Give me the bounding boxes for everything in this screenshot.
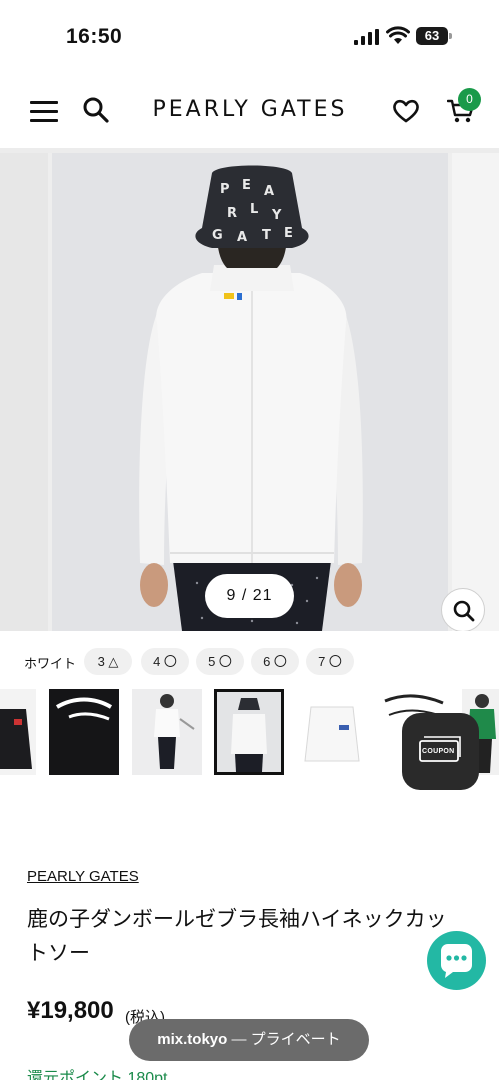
heart-icon[interactable] (392, 98, 420, 124)
size-chip[interactable]: 3 △ (84, 648, 132, 675)
menu-icon[interactable] (30, 99, 58, 123)
slide-total: 21 (252, 587, 273, 604)
svg-text:R: R (227, 206, 237, 221)
svg-text:G: G (212, 228, 223, 243)
product-title: 鹿の子ダンボールゼブラ長袖ハイネックカットソー (27, 908, 447, 965)
size-chip[interactable]: 5 〇 (196, 648, 244, 675)
thumbnail[interactable] (297, 689, 367, 775)
slide-counter: 9 / 21 (205, 574, 294, 618)
svg-text:T: T (262, 228, 271, 243)
slide-separator: / (241, 587, 248, 604)
thumbnail-selected[interactable] (214, 689, 284, 775)
product-gallery[interactable]: PEA RLY GATE 9 / 21 (0, 153, 499, 631)
thumbnail[interactable] (132, 689, 202, 775)
status-time: 16:50 (66, 25, 123, 48)
browsing-mode: プライベート (250, 1031, 341, 1048)
brand-link[interactable]: PEARLY GATES (27, 868, 139, 885)
svg-text:L: L (250, 202, 258, 217)
size-chip[interactable]: 4 〇 (141, 648, 189, 675)
zoom-button[interactable] (441, 588, 485, 631)
coupon-button[interactable]: COUPON (402, 713, 479, 790)
product-price: ¥19,800 (27, 997, 114, 1024)
gallery-main-image[interactable]: PEA RLY GATE (52, 153, 448, 631)
thumbnail[interactable] (49, 689, 119, 775)
size-chip[interactable]: 7 〇 (306, 648, 354, 675)
gallery-prev-slide[interactable] (0, 153, 48, 631)
size-chip[interactable]: 6 〇 (251, 648, 299, 675)
svg-text:E: E (284, 226, 293, 241)
cart-badge: 0 (458, 88, 481, 111)
color-label: ホワイト (24, 656, 77, 671)
coupon-label: COUPON (422, 748, 455, 755)
battery-icon: 63 (416, 27, 452, 45)
battery-level: 63 (416, 27, 448, 45)
svg-text:P: P (220, 182, 230, 197)
product-photo: PEA RLY GATE (52, 153, 448, 631)
svg-text:A: A (264, 184, 274, 199)
svg-text:Y: Y (271, 208, 282, 223)
signal-icon (354, 29, 379, 45)
site-domain: mix.tokyo (157, 1031, 228, 1048)
svg-text:E: E (242, 178, 251, 193)
wifi-icon (386, 26, 410, 44)
svg-text:A: A (237, 230, 247, 245)
reward-points: 還元ポイント 180pt (27, 1070, 168, 1080)
brand-logo[interactable]: PEARLY GATES (150, 97, 350, 122)
site-header: PEARLY GATES (0, 76, 499, 146)
thumbnail[interactable] (0, 689, 36, 775)
slide-current: 9 (226, 587, 237, 604)
chat-icon (441, 944, 472, 978)
gallery-next-slide[interactable] (452, 153, 499, 631)
zoom-search-icon (453, 600, 475, 622)
site-separator: — (231, 1031, 247, 1048)
status-bar: 16:50 63 (0, 0, 499, 70)
browser-site-pill[interactable]: mix.tokyo — プライベート (129, 1019, 369, 1061)
chat-button[interactable] (427, 931, 486, 990)
search-icon[interactable] (82, 96, 110, 124)
